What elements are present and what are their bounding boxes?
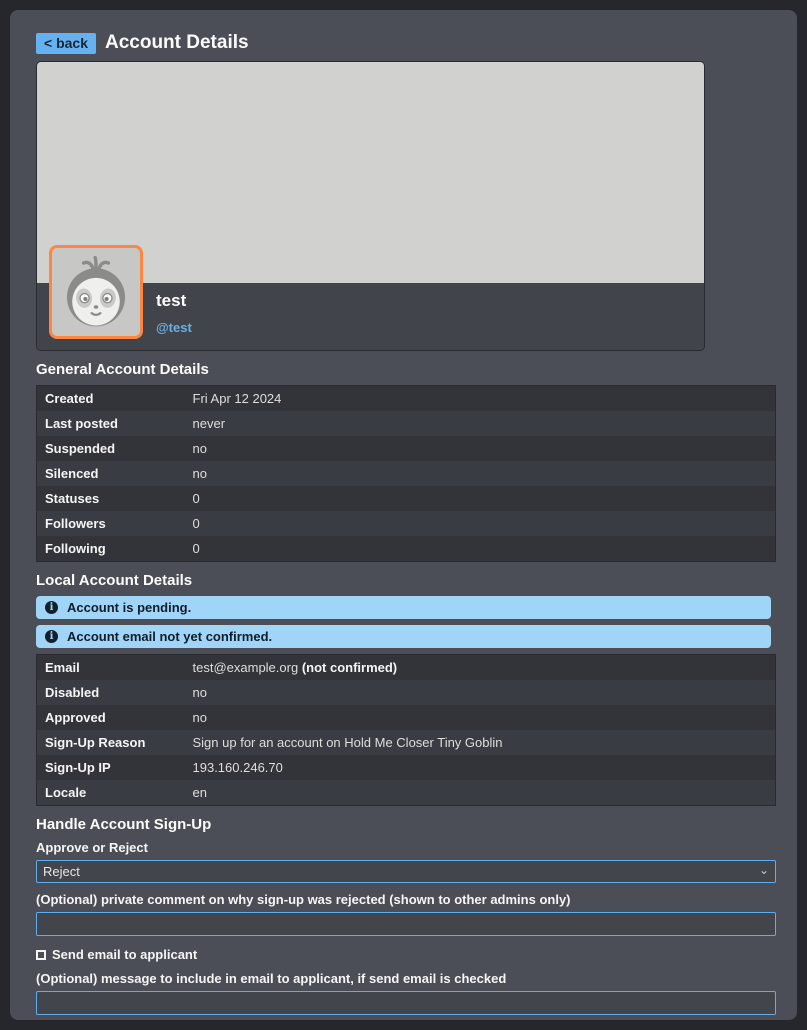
row-value: Fri Apr 12 2024 <box>185 386 776 412</box>
local-details-table: Emailtest@example.org (not confirmed)Dis… <box>36 654 776 806</box>
local-section-heading: Local Account Details <box>36 572 771 589</box>
signup-section-heading: Handle Account Sign-Up <box>36 816 771 833</box>
row-value: en <box>185 780 776 806</box>
info-icon: i <box>45 601 58 614</box>
row-label: Sign-Up Reason <box>37 730 185 755</box>
display-name: test <box>156 291 192 311</box>
row-label: Locale <box>37 780 185 806</box>
profile-card: test @test <box>36 61 705 351</box>
page-header: < back Account Details <box>36 32 771 54</box>
notice-banner: i Account email not yet confirmed. <box>36 625 771 648</box>
table-row: Followers0 <box>37 511 776 536</box>
table-row: Silencedno <box>37 461 776 486</box>
back-button[interactable]: < back <box>36 33 96 54</box>
table-row: CreatedFri Apr 12 2024 <box>37 386 776 412</box>
info-icon: i <box>45 630 58 643</box>
email-message-input[interactable] <box>36 991 776 1015</box>
send-email-row: Send email to applicant <box>36 947 771 962</box>
row-label: Disabled <box>37 680 185 705</box>
approve-reject-select[interactable]: Reject <box>36 860 776 883</box>
table-row: Following0 <box>37 536 776 562</box>
notice-text: Account email not yet confirmed. <box>67 629 272 644</box>
approve-reject-label: Approve or Reject <box>36 840 771 855</box>
row-label: Following <box>37 536 185 562</box>
row-label: Approved <box>37 705 185 730</box>
send-email-label: Send email to applicant <box>52 947 197 962</box>
private-comment-label: (Optional) private comment on why sign-u… <box>36 892 771 907</box>
row-value: 0 <box>185 511 776 536</box>
local-notices: i Account is pending. i Account email not y… <box>36 596 771 648</box>
general-section-heading: General Account Details <box>36 361 771 378</box>
row-label: Suspended <box>37 436 185 461</box>
general-details-table: CreatedFri Apr 12 2024Last postedneverSu… <box>36 385 776 562</box>
table-row: Statuses0 <box>37 486 776 511</box>
row-label: Created <box>37 386 185 412</box>
table-row: Disabledno <box>37 680 776 705</box>
approve-reject-select-wrap: Reject ⌄ <box>36 860 776 883</box>
table-row: Emailtest@example.org (not confirmed) <box>37 655 776 681</box>
row-label: Silenced <box>37 461 185 486</box>
send-email-checkbox[interactable] <box>36 950 46 960</box>
row-value: test@example.org (not confirmed) <box>185 655 776 681</box>
row-label: Email <box>37 655 185 681</box>
account-details-panel: < back Account Details <box>10 10 797 1020</box>
row-value: 193.160.246.70 <box>185 755 776 780</box>
row-value: never <box>185 411 776 436</box>
sloth-avatar-icon <box>52 248 140 336</box>
table-row: Last postednever <box>37 411 776 436</box>
avatar[interactable] <box>49 245 143 339</box>
row-value: 0 <box>185 486 776 511</box>
notice-text: Account is pending. <box>67 600 191 615</box>
row-value: no <box>185 680 776 705</box>
row-value: no <box>185 461 776 486</box>
notice-banner: i Account is pending. <box>36 596 771 619</box>
row-label: Statuses <box>37 486 185 511</box>
table-row: Sign-Up ReasonSign up for an account on … <box>37 730 776 755</box>
row-label: Followers <box>37 511 185 536</box>
private-comment-input[interactable] <box>36 912 776 936</box>
row-value: Sign up for an account on Hold Me Closer… <box>185 730 776 755</box>
table-row: Suspendedno <box>37 436 776 461</box>
row-label: Last posted <box>37 411 185 436</box>
table-row: Sign-Up IP193.160.246.70 <box>37 755 776 780</box>
email-message-label: (Optional) message to include in email t… <box>36 971 771 986</box>
table-row: Approvedno <box>37 705 776 730</box>
row-value: 0 <box>185 536 776 562</box>
page-title: Account Details <box>105 32 249 54</box>
row-value: no <box>185 436 776 461</box>
row-value: no <box>185 705 776 730</box>
account-handle-link[interactable]: @test <box>156 320 192 335</box>
profile-names: test @test <box>156 291 192 337</box>
table-row: Localeen <box>37 780 776 806</box>
row-label: Sign-Up IP <box>37 755 185 780</box>
